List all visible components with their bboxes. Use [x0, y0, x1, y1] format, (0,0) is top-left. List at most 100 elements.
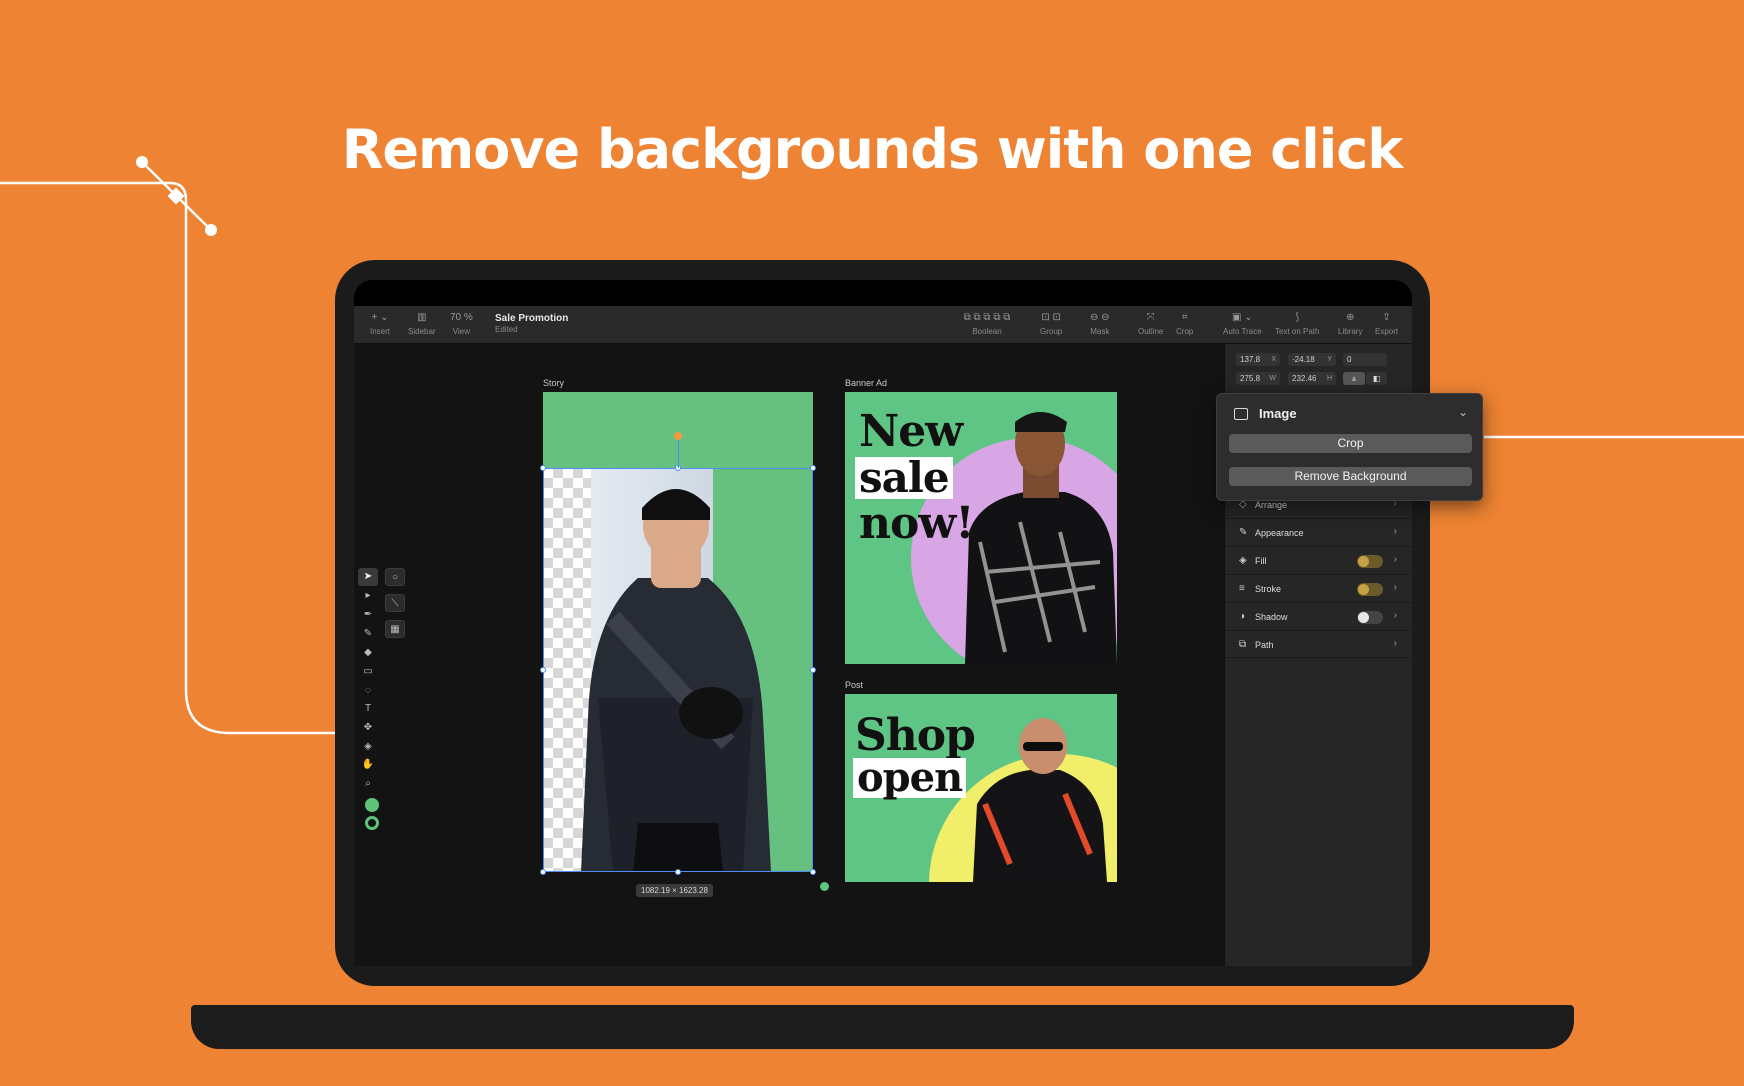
library-icon: ⊕	[1346, 312, 1355, 323]
fill-color-swatch[interactable]	[365, 798, 379, 812]
zoom-level: 70 %	[450, 312, 473, 323]
chevron-right-icon: ›	[1393, 610, 1397, 621]
ellipse-tool-icon[interactable]: ○	[385, 568, 405, 586]
selection-box[interactable]	[543, 468, 813, 872]
chevron-down-icon[interactable]: ⌄	[1458, 405, 1468, 419]
image-tool-icon[interactable]: ▦	[385, 620, 405, 638]
row-appearance[interactable]: ✎ Appearance ›	[1225, 518, 1412, 546]
fill-toggle-knob	[1358, 556, 1369, 567]
fill-toggle[interactable]	[1357, 555, 1383, 568]
document-title: Sale Promotion	[495, 313, 569, 324]
line-tool-icon[interactable]: ⟍	[385, 594, 405, 612]
path-icon: ⧉	[1239, 639, 1247, 650]
export-icon: ⇪	[1382, 312, 1391, 323]
rotation-field[interactable]: 0	[1343, 353, 1387, 366]
artboard-label-story: Story	[543, 378, 565, 388]
artboard-banner-ad[interactable]: New sale now!	[845, 392, 1117, 664]
width-field[interactable]: 275.8 W	[1236, 372, 1280, 385]
shadow-icon: ◑	[1239, 611, 1246, 622]
pen-tool-icon[interactable]: ✒	[358, 606, 378, 624]
stroke-toggle-knob	[1358, 584, 1369, 595]
chevron-right-icon: ›	[1393, 638, 1397, 649]
insert-button[interactable]: + ⌄ Insert	[370, 312, 390, 336]
row-stroke[interactable]: ≡ Stroke ›	[1225, 574, 1412, 602]
crop-button[interactable]: Crop	[1229, 434, 1472, 453]
direct-select-tool-icon[interactable]: ▸	[358, 587, 378, 605]
resize-handle-bottom-left[interactable]	[540, 869, 546, 875]
shape-tool-icon[interactable]: ◌	[358, 682, 378, 700]
library-button[interactable]: ⊕ Library	[1338, 312, 1362, 336]
resize-handle-top-right[interactable]	[810, 465, 816, 471]
crop-icon: ⌗	[1181, 312, 1188, 323]
move-tool-icon[interactable]: ✥	[358, 719, 378, 737]
crop-toolbar-button[interactable]: ⌗ Crop	[1176, 312, 1193, 336]
group-button[interactable]: ⊡ ⊡ Group	[1040, 312, 1062, 336]
flip-horizontal-icon[interactable]: ◧	[1366, 372, 1387, 385]
appearance-icon: ✎	[1239, 527, 1248, 538]
boolean-icon: ⧉ ⧉ ⧉ ⧉ ⧉	[963, 312, 1011, 323]
rectangle-tool-icon[interactable]: ▭	[358, 663, 378, 681]
dimensions-badge: 1082.19 × 1623.28	[636, 884, 713, 897]
resize-handle-bottom[interactable]	[675, 869, 681, 875]
shadow-toggle[interactable]	[1357, 611, 1383, 624]
artboard-post[interactable]: Shop open	[845, 694, 1117, 882]
x-field[interactable]: 137.8 X	[1236, 353, 1280, 366]
resize-handle-right[interactable]	[810, 667, 816, 673]
hand-tool-icon[interactable]: ✋	[358, 756, 378, 774]
row-fill[interactable]: ◈ Fill ›	[1225, 546, 1412, 574]
pencil-tool-icon[interactable]: ✎	[358, 625, 378, 643]
text-on-path-button[interactable]: ⟆ Text on Path	[1275, 312, 1319, 336]
sidebar-button[interactable]: ▥ Sidebar	[408, 312, 436, 336]
popover-title: Image	[1259, 406, 1297, 421]
y-field[interactable]: -24.18 Y	[1288, 353, 1336, 366]
text-tool-icon[interactable]: T	[358, 700, 378, 718]
flip-vertical-icon[interactable]: ⩓	[1343, 372, 1365, 385]
outline-icon: ⤧	[1146, 312, 1155, 323]
artboard-label-banner: Banner Ad	[845, 378, 888, 388]
eraser-tool-icon[interactable]: ◈	[358, 738, 378, 756]
brush-tool-icon[interactable]: ◆	[358, 644, 378, 662]
resize-handle-left[interactable]	[540, 667, 546, 673]
select-tool-icon[interactable]: ➤	[358, 568, 378, 586]
auto-trace-icon: ▣ ⌄	[1232, 312, 1253, 323]
view-button[interactable]: 70 % View	[450, 312, 473, 336]
resize-handle-bottom-right[interactable]	[810, 869, 816, 875]
boolean-button[interactable]: ⧉ ⧉ ⧉ ⧉ ⧉ Boolean	[952, 312, 1022, 336]
auto-trace-button[interactable]: ▣ ⌄ Auto Trace	[1223, 312, 1262, 336]
canvas[interactable]: ➤ ○ ▸ ⟍ ✒ ▦ ✎ ◆ ▭ ◌ T ✥ ◈ ✋ ⌕ Story 1082…	[354, 344, 1224, 966]
mask-icon: ⊖ ⊖	[1090, 312, 1110, 323]
post-text-line-2: open	[853, 758, 967, 798]
image-icon	[1234, 408, 1248, 420]
artboard-label-post: Post	[845, 680, 864, 690]
stroke-color-swatch[interactable]	[365, 816, 379, 830]
plus-icon: + ⌄	[371, 312, 389, 323]
corner-radius-handle[interactable]	[820, 882, 829, 891]
toolbar: + ⌄ Insert ▥ Sidebar 70 % View Sale Prom…	[354, 306, 1412, 344]
export-button[interactable]: ⇪ Export	[1375, 312, 1398, 336]
chevron-right-icon: ›	[1393, 526, 1397, 537]
remove-background-button[interactable]: Remove Background	[1229, 467, 1472, 486]
group-icon: ⊡ ⊡	[1041, 312, 1061, 323]
fill-icon: ◈	[1239, 555, 1247, 566]
post-text-line-1: Shop	[855, 710, 976, 761]
zoom-tool-icon[interactable]: ⌕	[358, 775, 378, 793]
stroke-icon: ≡	[1239, 583, 1245, 594]
chevron-right-icon: ›	[1393, 582, 1397, 593]
screen-bezel	[354, 280, 1412, 306]
mask-button[interactable]: ⊖ ⊖ Mask	[1090, 312, 1110, 336]
rotate-handle[interactable]	[674, 432, 682, 440]
row-path[interactable]: ⧉ Path ›	[1225, 630, 1412, 658]
outline-button[interactable]: ⤧ Outline	[1138, 312, 1163, 336]
banner-text-line-3: now!	[859, 498, 975, 549]
banner-text-line-1: New	[859, 406, 963, 457]
document-status: Edited	[495, 325, 518, 334]
banner-text-line-2: sale	[855, 457, 953, 499]
resize-handle-top-left[interactable]	[540, 465, 546, 471]
page-headline: Remove backgrounds with one click	[341, 118, 1403, 181]
rotate-handle-line	[678, 440, 679, 468]
row-shadow[interactable]: ◑ Shadow ›	[1225, 602, 1412, 630]
chevron-right-icon: ›	[1393, 554, 1397, 565]
height-field[interactable]: 232.46 H	[1288, 372, 1336, 385]
stroke-toggle[interactable]	[1357, 583, 1383, 596]
shadow-toggle-knob	[1358, 612, 1369, 623]
